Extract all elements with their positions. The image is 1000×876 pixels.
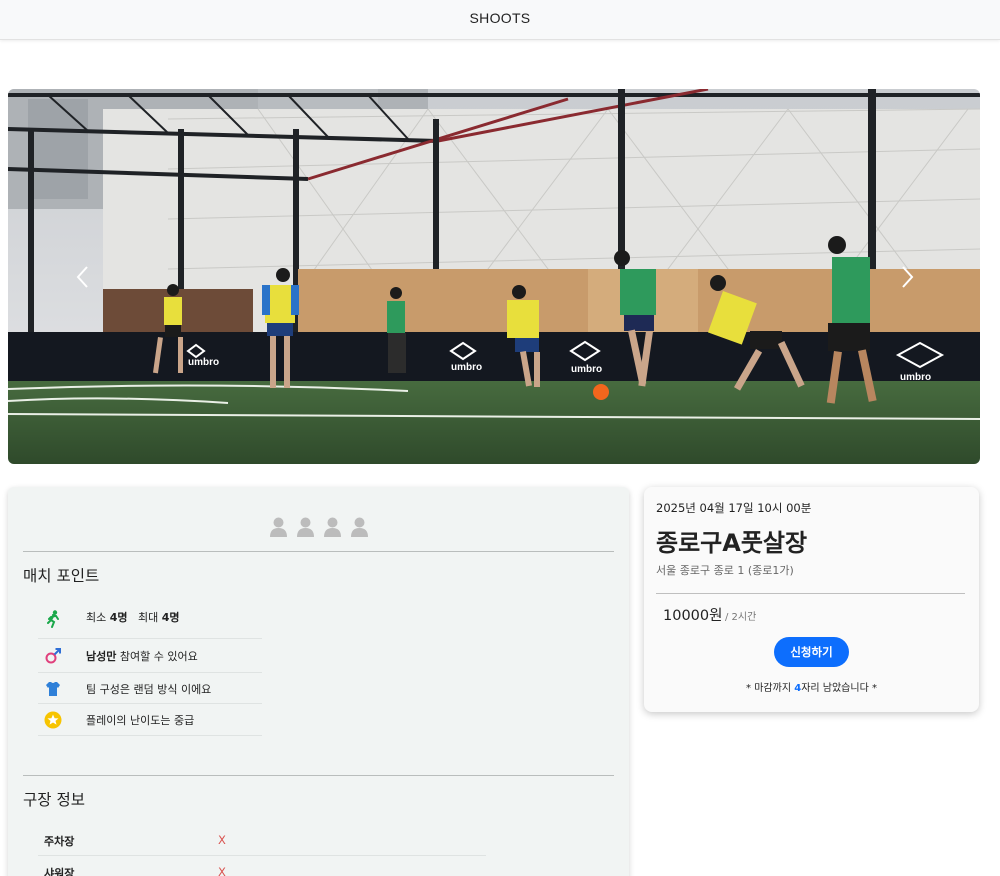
- section-divider: [23, 775, 614, 776]
- list-item: 최소 4명 최대 4명: [38, 597, 262, 639]
- team-rule-text: 팀 구성은 랜덤 방식 이에요: [86, 683, 212, 696]
- person-icon: [297, 517, 314, 537]
- gender-rule-text: 남성만 참여할 수 있어요: [86, 650, 198, 663]
- match-points-list: 최소 4명 최대 4명 남성만 참여할 수 있어요 팀 구성은 랜덤 방식 이에…: [38, 597, 262, 736]
- venue-name: 종로구A풋살장: [656, 529, 808, 557]
- brand-logo-text[interactable]: SHOOTS: [0, 10, 1000, 26]
- carousel-prev-button[interactable]: [68, 257, 98, 297]
- match-detail-card: 매치 포인트 최소 4명 최대 4명 남성만 참여할 수 있어요 팀 구성은 랜…: [8, 487, 629, 876]
- futsal-players-photo: umbro umbro umbroumbro: [8, 89, 980, 464]
- hero-carousel: umbro umbro umbro umbro: [8, 89, 980, 464]
- facility-value: X: [218, 865, 226, 876]
- list-item: 팀 구성은 랜덤 방식 이에요: [38, 673, 262, 704]
- person-icon: [324, 517, 341, 537]
- star-badge-icon: [44, 711, 62, 729]
- player-count-text: 최소 4명 최대 4명: [86, 611, 180, 624]
- person-icon: [351, 517, 368, 537]
- carousel-next-button[interactable]: [892, 257, 922, 297]
- list-item: 남성만 참여할 수 있어요: [38, 639, 262, 673]
- chevron-left-icon: [76, 266, 88, 288]
- apply-button[interactable]: 신청하기: [774, 637, 849, 667]
- match-datetime: 2025년 04월 17일 10시 00분: [656, 501, 812, 515]
- table-row: 주차장 X: [38, 824, 486, 856]
- svg-text:umbro: umbro: [451, 362, 482, 373]
- running-person-icon: [47, 610, 59, 628]
- stadium-info-table: 주차장 X 샤워장 X: [38, 824, 486, 876]
- svg-text:umbro: umbro: [571, 364, 602, 375]
- svg-text:umbro: umbro: [188, 357, 219, 368]
- difficulty-text: 플레이의 난이도는 중급: [86, 714, 195, 727]
- match-points-title: 매치 포인트: [23, 567, 100, 585]
- person-icon: [270, 517, 287, 537]
- list-item: 플레이의 난이도는 중급: [38, 704, 262, 736]
- participant-avatars: [269, 517, 369, 539]
- jersey-icon: [46, 682, 60, 696]
- booking-divider: [656, 593, 965, 594]
- gender-male-icon: [45, 648, 61, 664]
- booking-card: 2025년 04월 17일 10시 00분 종로구A풋살장 서울 종로구 종로 …: [644, 487, 979, 712]
- chevron-right-icon: [902, 266, 914, 288]
- table-row: 샤워장 X: [38, 856, 486, 876]
- facility-label: 주차장: [44, 835, 75, 848]
- venue-address: 서울 종로구 종로 1 (종로1가): [656, 564, 794, 577]
- section-divider: [23, 551, 614, 552]
- remaining-slots-note: * 마감까지 4자리 남았습니다 *: [746, 683, 877, 694]
- price-unit: / 2시간: [725, 612, 757, 623]
- top-navbar: SHOOTS: [0, 0, 1000, 40]
- match-price: 10000원: [663, 608, 723, 624]
- facility-label: 샤워장: [44, 867, 75, 876]
- stadium-info-title: 구장 정보: [23, 791, 85, 809]
- facility-value: X: [218, 833, 226, 847]
